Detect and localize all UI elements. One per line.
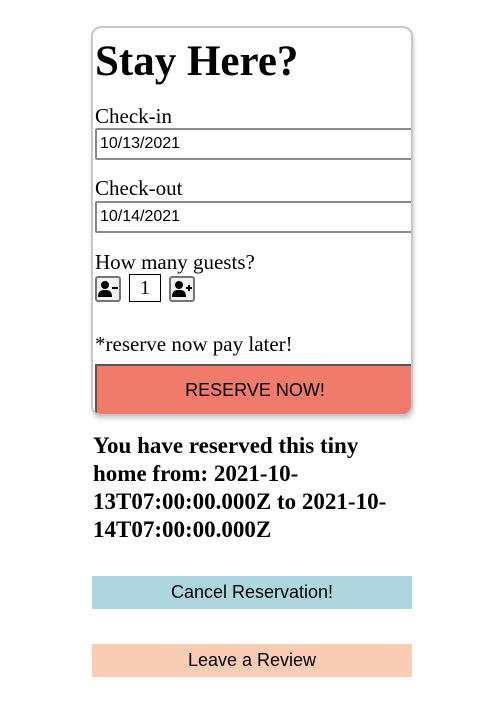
add-guest-button[interactable] [169,276,195,302]
guests-label: How many guests? [95,250,255,274]
leave-review-button[interactable]: Leave a Review [92,644,412,677]
booking-title: Stay Here? [95,38,299,85]
checkin-date-input[interactable]: 10/13/2021 [95,128,411,160]
cancel-reservation-button[interactable]: Cancel Reservation! [92,576,412,609]
booking-card: Stay Here? Check-in 10/13/2021 Check-out… [91,26,413,416]
user-minus-icon [98,281,118,297]
pay-later-note: *reserve now pay later! [95,332,293,356]
remove-guest-button[interactable] [95,276,121,302]
checkout-date-input[interactable]: 10/14/2021 [95,201,411,233]
checkin-label: Check-in [95,104,172,128]
reservation-message: You have reserved this tiny home from: 2… [93,433,387,542]
user-plus-icon [172,281,192,297]
guest-count: 1 [129,274,161,302]
reserve-now-button[interactable]: RESERVE NOW! [95,364,411,414]
checkout-label: Check-out [95,176,183,200]
